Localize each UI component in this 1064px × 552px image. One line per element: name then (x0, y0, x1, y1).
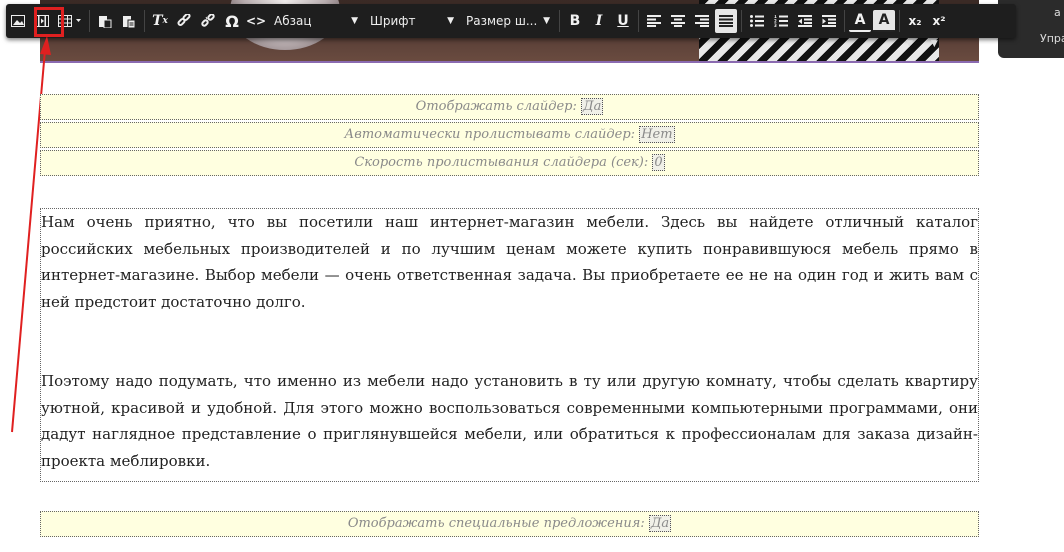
setting-slider-speed: Скорость пролистывания слайдера (сек): 0 (40, 150, 979, 176)
source-code-icon[interactable]: <> (245, 9, 267, 33)
svg-text:3: 3 (774, 23, 777, 27)
toolbar-separator (899, 10, 900, 32)
chevron-down-icon: ▼ (447, 16, 454, 26)
editor-toolbar: Tx Ω <> Абзац ▼ Шрифт ▼ Размер ш... ▼ B … (6, 4, 1016, 38)
side-panel-label[interactable]: Упра (1040, 32, 1064, 45)
font-size-value: Размер ш... (466, 14, 538, 28)
setting-autoscroll-slider: Автоматически пролистывать слайдер: Нет (40, 122, 979, 148)
setting-label: Отображать специальные предложения: (347, 516, 645, 531)
font-family-select[interactable]: Шрифт ▼ (364, 10, 460, 32)
unlink-icon[interactable] (197, 9, 219, 33)
font-family-value: Шрифт (370, 14, 416, 28)
outdent-icon[interactable] (794, 9, 816, 33)
chevron-down-icon: ▼ (543, 16, 550, 26)
setting-show-special-offers: Отображать специальные предложения: Да (40, 511, 979, 537)
superscript-button[interactable]: x² (928, 9, 950, 33)
toolbar-separator (844, 10, 845, 32)
toolbar-separator (741, 10, 742, 32)
subscript-button[interactable]: x₂ (904, 9, 926, 33)
italic-button[interactable]: I (588, 9, 610, 33)
special-char-icon[interactable]: Ω (221, 9, 243, 33)
setting-label: Автоматически пролистывать слайдер: (344, 127, 636, 142)
align-left-icon[interactable] (643, 9, 665, 33)
setting-label: Скорость пролистывания слайдера (сек): (354, 155, 649, 170)
align-right-icon[interactable] (691, 9, 713, 33)
numbered-list-icon[interactable]: 123 (770, 9, 792, 33)
paragraph-format-value: Абзац (274, 14, 312, 28)
align-center-icon[interactable] (667, 9, 689, 33)
toolbar-separator (559, 10, 560, 32)
indent-icon[interactable] (818, 9, 840, 33)
background-color-button[interactable]: A (873, 10, 895, 32)
paste-text-icon[interactable] (118, 9, 140, 33)
font-size-select[interactable]: Размер ш... ▼ (460, 10, 556, 32)
bold-button[interactable]: B (564, 9, 586, 33)
chevron-down-icon: ▼ (351, 16, 358, 26)
toolbar-separator (638, 10, 639, 32)
link-icon[interactable] (173, 9, 195, 33)
toolbar-separator (89, 10, 90, 32)
setting-value[interactable]: Да (648, 515, 672, 532)
setting-value[interactable]: 0 (652, 154, 665, 171)
underline-button[interactable]: U (612, 9, 634, 33)
align-justify-icon[interactable] (715, 9, 737, 33)
banner-bottom-line (40, 61, 979, 63)
paste-icon[interactable] (94, 9, 116, 33)
setting-show-slider: Отображать слайдер: Да (40, 94, 979, 120)
setting-value[interactable]: Нет (639, 126, 675, 143)
toolbar-separator (144, 10, 145, 32)
editable-content-area[interactable]: Нам очень приятно, что вы посетили наш и… (40, 208, 979, 482)
panel-dropdown-arrows[interactable]: ▼▼ (906, 39, 956, 49)
clear-format-icon[interactable]: Tx (149, 9, 171, 33)
side-panel-label-top: а (1054, 6, 1061, 19)
bullet-list-icon[interactable] (746, 9, 768, 33)
content-paragraph: Нам очень приятно, что вы посетили наш и… (41, 213, 978, 311)
setting-value[interactable]: Да (581, 98, 604, 115)
text-color-button[interactable]: A (849, 10, 871, 32)
content-paragraph: Поэтому надо подумать, что именно из меб… (41, 372, 978, 470)
setting-label: Отображать слайдер: (415, 99, 577, 114)
paragraph-format-select[interactable]: Абзац ▼ (268, 10, 364, 32)
